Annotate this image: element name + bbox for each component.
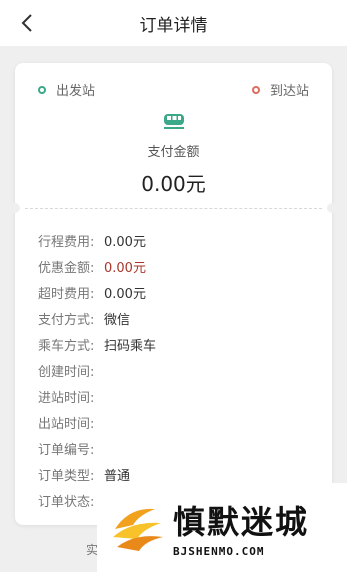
watermark-logo-icon — [113, 508, 163, 551]
detail-key: 订单编号: — [38, 442, 95, 458]
end-station-label: 到达站 — [269, 84, 309, 99]
detail-key: 行程费用: — [38, 234, 95, 250]
detail-value: 扫码乘车 — [104, 338, 157, 354]
detail-row-created-time: 创建时间: — [38, 357, 318, 383]
order-details: 行程费用: 0.00元 优惠金额: 0.00元 超时费用: 0.00元 支付方式… — [38, 227, 318, 513]
watermark-subtitle: BJSHENMO.COM — [173, 545, 265, 558]
detail-key: 超时费用: — [38, 286, 95, 302]
detail-row-order-number: 订单编号: — [38, 435, 318, 461]
detail-key: 订单类型: — [38, 468, 95, 484]
payment-amount: 0.00元 — [141, 172, 206, 196]
detail-key: 创建时间: — [38, 364, 95, 380]
watermark-title: 慎默迷城 — [173, 503, 310, 541]
ticket-notch-left — [10, 203, 20, 213]
detail-key: 进站时间: — [38, 390, 95, 406]
start-station: 出发站 — [38, 80, 95, 99]
watermark-text: 慎默迷城 BJSHENMO.COM — [173, 497, 309, 558]
detail-key: 出站时间: — [38, 416, 95, 432]
detail-row-trip-fee: 行程费用: 0.00元 — [38, 227, 318, 253]
detail-row-ride-method: 乘车方式: 扫码乘车 — [38, 331, 318, 357]
ticket-notch-right — [327, 203, 337, 213]
detail-key: 乘车方式: — [38, 338, 95, 354]
detail-value: 0.00元 — [104, 260, 146, 276]
route-stations: 出发站 到达站 — [15, 80, 332, 100]
dashed-divider — [25, 208, 322, 209]
detail-value: 微信 — [104, 312, 131, 328]
order-card: 出发站 到达站 支付金额 0.00元 行程费用: 0.00元 优惠金额: 0.0… — [10, 63, 337, 525]
detail-value: 0.00元 — [104, 234, 146, 250]
detail-row-discount: 优惠金额: 0.00元 — [38, 253, 318, 279]
detail-row-payment-method: 支付方式: 微信 — [38, 305, 318, 331]
start-dot-icon — [38, 85, 46, 94]
payment-label: 支付金额 — [147, 145, 200, 160]
start-station-label: 出发站 — [56, 84, 96, 99]
train-icon — [164, 114, 184, 129]
detail-row-entry-time: 进站时间: — [38, 383, 318, 409]
end-station: 到达站 — [251, 80, 309, 99]
chevron-left-icon — [21, 14, 32, 32]
detail-key: 订单状态: — [38, 494, 95, 510]
page-title: 订单详情 — [139, 15, 208, 36]
app-header: 订单详情 — [0, 0, 347, 46]
detail-key: 支付方式: — [38, 312, 95, 328]
detail-key: 优惠金额: — [38, 260, 95, 276]
back-button[interactable] — [12, 8, 42, 38]
detail-row-exit-time: 出站时间: — [38, 409, 318, 435]
detail-value: 0.00元 — [104, 286, 146, 302]
detail-row-overtime-fee: 超时费用: 0.00元 — [38, 279, 318, 305]
detail-value: 普通 — [104, 468, 131, 484]
end-dot-icon — [251, 85, 260, 94]
site-watermark: 慎默迷城 BJSHENMO.COM — [97, 483, 347, 572]
